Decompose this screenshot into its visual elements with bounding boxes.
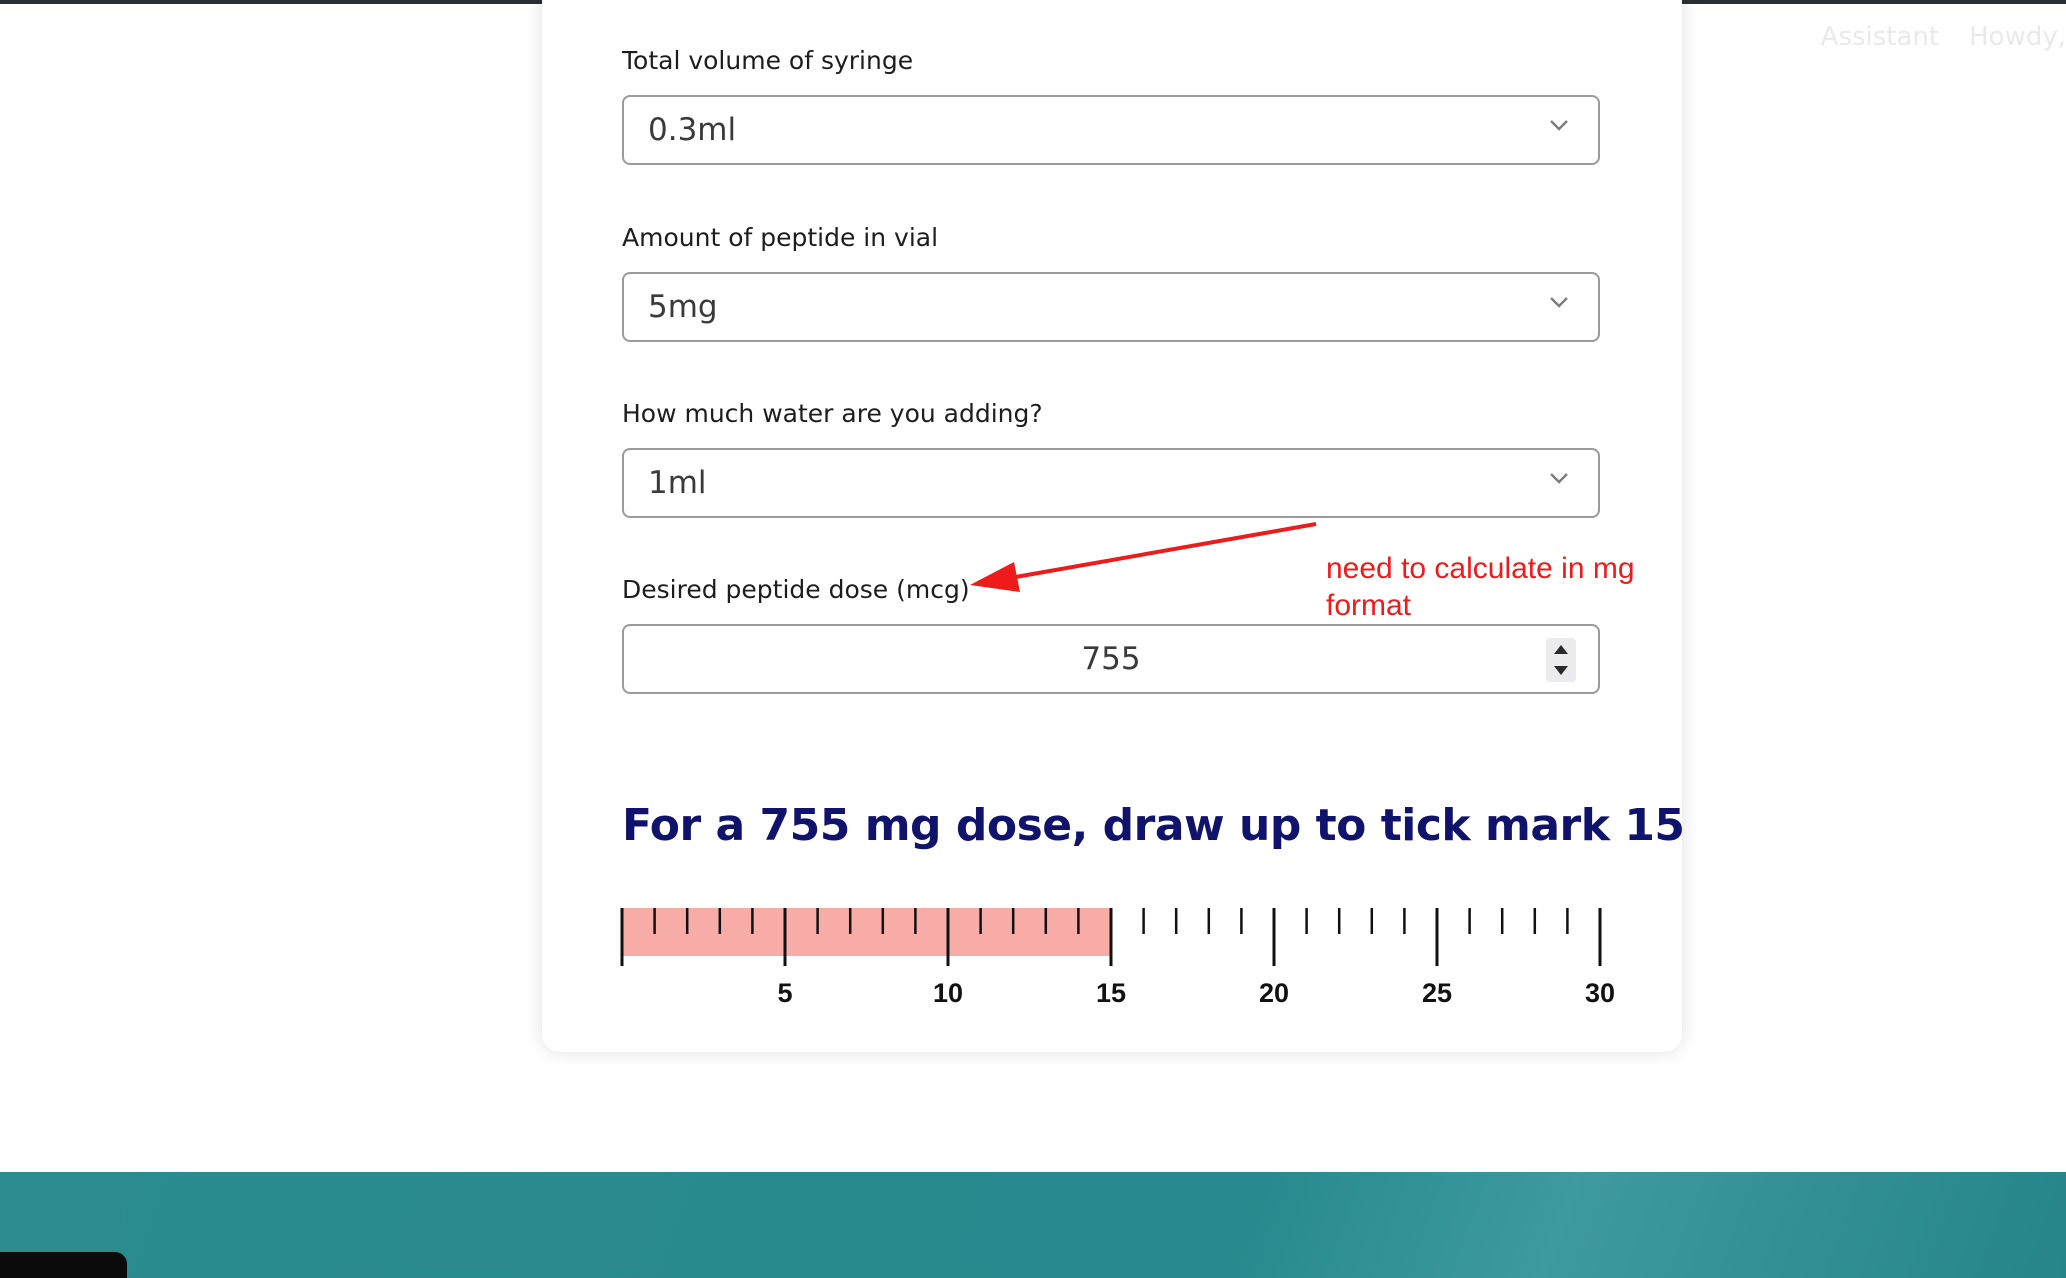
top-nav: Assistant Howdy, [1821,22,2066,52]
water-amount-value: 1ml [648,465,707,501]
chevron-down-icon [1550,120,1568,131]
dose-label: Desired peptide dose (mcg) [622,575,970,604]
nav-howdy-user[interactable]: Howdy, [1969,22,2066,52]
syringe-fill [622,908,1111,956]
annotation-arrow-icon [970,522,1317,592]
ruler-tick-label: 5 [777,978,792,1008]
annotation-line-1: need to calculate in mg [1326,552,1635,585]
water-amount-label: How much water are you adding? [622,399,1043,428]
annotation-note: need to calculate in mg format [1326,550,1686,624]
nav-assistant-link[interactable]: Assistant [1821,22,1939,52]
peptide-amount-select[interactable]: 5mg [622,272,1600,342]
syringe-volume-label: Total volume of syringe [622,46,914,75]
ruler-tick-label: 10 [933,978,963,1008]
peptide-amount-label: Amount of peptide in vial [622,223,939,252]
dose-number-input[interactable]: 755 [622,624,1600,694]
result-heading: For a 755 mg dose, draw up to tick mark … [622,800,1685,851]
ruler-tick-label: 20 [1259,978,1289,1008]
syringe-volume-value: 0.3ml [648,112,737,148]
chevron-down-icon [1550,297,1568,308]
dose-value: 755 [1081,641,1141,677]
syringe-ruler: 5 10 15 20 25 30 [620,908,1615,1008]
peptide-amount-value: 5mg [648,289,718,325]
page: Assistant Howdy, Total volume of syringe… [0,0,2066,1278]
chevron-down-icon [1550,473,1568,484]
annotation-line-2: format [1326,589,1412,622]
ruler-tick-label: 15 [1096,978,1126,1008]
stepper-down-icon[interactable] [1554,666,1568,675]
ruler-tick-label: 25 [1422,978,1452,1008]
stepper-up-icon[interactable] [1554,645,1568,654]
water-amount-select[interactable]: 1ml [622,448,1600,518]
footer-band [0,1172,2066,1278]
number-stepper[interactable] [1546,638,1576,682]
ruler-tick-label: 30 [1585,978,1615,1008]
footer-badge[interactable] [0,1252,127,1278]
syringe-volume-select[interactable]: 0.3ml [622,95,1600,165]
